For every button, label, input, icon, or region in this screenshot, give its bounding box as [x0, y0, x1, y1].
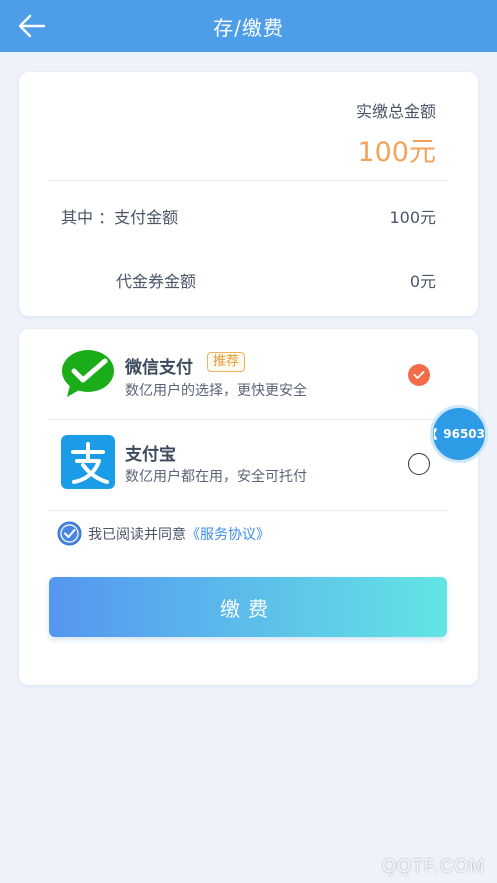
payment-method-card: 微信支付 推荐 数亿用户的选择，更快更安全 支付宝 数亿用户都在用，安全可托付 … — [19, 329, 478, 685]
divider — [49, 510, 448, 511]
hotline-number: 96503 — [443, 427, 485, 441]
total-amount-value: 100元 — [357, 137, 436, 168]
wechat-pay-name: 微信支付 — [125, 358, 193, 378]
wechat-pay-radio[interactable] — [408, 364, 430, 386]
pay-button[interactable]: 缴费 — [49, 577, 447, 637]
wechat-pay-description: 数亿用户的选择，更快更安全 — [125, 383, 307, 399]
payment-option-wechat[interactable]: 微信支付 推荐 数亿用户的选择，更快更安全 — [19, 329, 478, 419]
alipay-description: 数亿用户都在用，安全可托付 — [125, 469, 307, 485]
divider — [49, 180, 448, 181]
app-header: 存/缴费 — [0, 0, 497, 52]
page-title: 存/缴费 — [213, 15, 284, 40]
service-agreement-link[interactable]: 《服务协议》 — [186, 524, 270, 544]
voucher-amount-value: 0元 — [409, 272, 436, 291]
arrow-left-icon[interactable] — [16, 12, 48, 40]
alipay-icon — [61, 435, 115, 489]
amount-summary-card: 实缴总金额 100元 其中 ：支付金额 100元 代金券金额 0元 — [19, 72, 478, 316]
voucher-amount-label: 代金券金额 — [116, 272, 197, 291]
payment-amount-value: 100元 — [389, 208, 436, 227]
payment-option-alipay[interactable]: 支付宝 数亿用户都在用，安全可托付 — [19, 420, 478, 510]
alipay-radio[interactable] — [408, 453, 430, 475]
checkmark-icon — [413, 371, 425, 379]
watermark: QQTF.COM — [382, 856, 485, 876]
wechat-pay-icon — [62, 350, 114, 397]
agreement-checkbox[interactable] — [57, 521, 82, 546]
agreement-text: 我已阅读并同意 — [88, 526, 186, 543]
alipay-name: 支付宝 — [125, 445, 176, 465]
agreement-row: 我已阅读并同意 《服务协议》 — [57, 521, 270, 546]
recommended-badge: 推荐 — [207, 352, 246, 372]
phone-icon — [433, 427, 437, 441]
hotline-button[interactable]: 96503 — [430, 405, 488, 463]
total-amount-label: 实缴总金额 — [355, 102, 436, 121]
payment-amount-label: 其中 ：支付金额 — [61, 208, 179, 227]
